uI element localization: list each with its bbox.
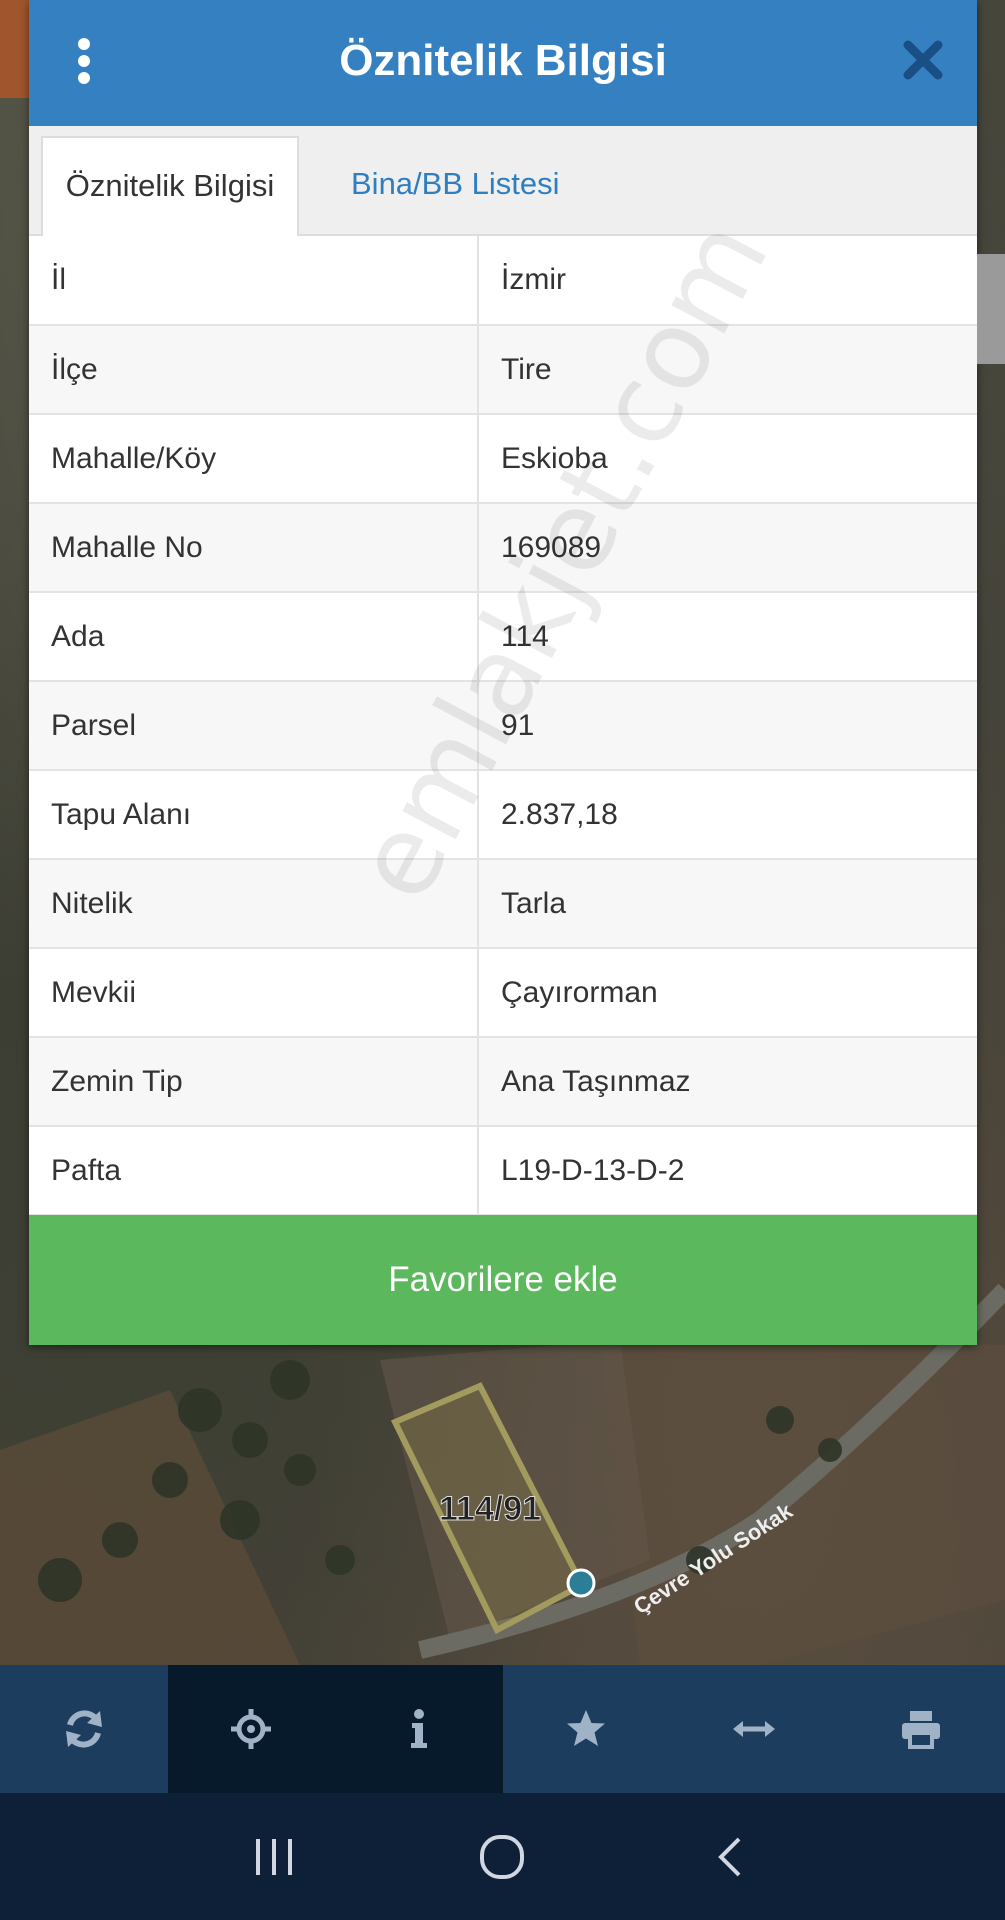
table-row: Nitelik Tarla bbox=[29, 859, 977, 949]
row-value: Ana Taşınmaz bbox=[478, 1037, 977, 1127]
row-key: Pafta bbox=[29, 1126, 479, 1216]
table-row: İlçe Tire bbox=[29, 325, 977, 415]
dialog-tabs: Öznitelik Bilgisi Bina/BB Listesi bbox=[29, 126, 1005, 364]
refresh-icon bbox=[65, 1710, 102, 1748]
row-value: 169089 bbox=[478, 503, 977, 593]
back-icon bbox=[717, 1837, 741, 1876]
attribute-table: İl İzmir İlçe Tire Mahalle/Köy Eskioba Maha… bbox=[29, 236, 977, 1216]
row-value: Çayırorman bbox=[478, 948, 977, 1038]
dialog-title: Öznitelik Bilgisi bbox=[339, 36, 667, 85]
home-button[interactable] bbox=[472, 1827, 532, 1887]
attribute-dialog: Öznitelik Bilgisi Öznitelik Bilgisi Bina… bbox=[29, 0, 1005, 1345]
horizontal-arrows-icon bbox=[732, 1721, 775, 1737]
table-row: Ada 114 bbox=[29, 592, 977, 682]
row-value: 2.837,18 bbox=[478, 770, 977, 860]
table-row: Mevkii Çayırorman bbox=[29, 948, 977, 1038]
table-row: Zemin Tip Ana Taşınmaz bbox=[29, 1037, 977, 1127]
home-icon bbox=[480, 1834, 525, 1879]
table-row: İl İzmir bbox=[29, 236, 977, 326]
measure-button[interactable] bbox=[670, 1665, 838, 1793]
row-value: 114 bbox=[478, 592, 977, 682]
recent-apps-icon bbox=[256, 1838, 293, 1875]
row-value: 91 bbox=[478, 681, 977, 771]
table-row: Mahalle No 169089 bbox=[29, 503, 977, 593]
row-key: Mevkii bbox=[29, 948, 479, 1038]
row-key: Ada bbox=[29, 592, 479, 682]
dialog-header: Öznitelik Bilgisi bbox=[29, 0, 977, 126]
add-to-favorites-button[interactable]: Favorilere ekle bbox=[29, 1215, 977, 1345]
table-row: Tapu Alanı 2.837,18 bbox=[29, 770, 977, 860]
row-key: İl bbox=[29, 236, 479, 326]
row-value: Tire bbox=[478, 325, 977, 415]
back-button[interactable] bbox=[701, 1827, 761, 1887]
row-key: İlçe bbox=[29, 325, 479, 415]
table-row: Mahalle/Köy Eskioba bbox=[29, 414, 977, 504]
parcel-label: 114/91 bbox=[439, 1490, 541, 1528]
printer-icon bbox=[902, 1711, 941, 1749]
scrollbar-thumb[interactable] bbox=[977, 254, 1005, 364]
row-key: Mahalle No bbox=[29, 503, 479, 593]
row-value: Tarla bbox=[478, 859, 977, 949]
recent-apps-button[interactable] bbox=[244, 1827, 304, 1887]
table-row: Pafta L19-D-13-D-2 bbox=[29, 1126, 977, 1216]
crosshair-icon bbox=[231, 1709, 272, 1749]
tab-attribute-info[interactable]: Öznitelik Bilgisi bbox=[41, 136, 299, 236]
row-key: Mahalle/Köy bbox=[29, 414, 479, 504]
favorites-button[interactable] bbox=[503, 1665, 671, 1793]
print-button[interactable] bbox=[838, 1665, 1005, 1793]
close-icon[interactable] bbox=[903, 40, 943, 80]
star-icon bbox=[567, 1710, 606, 1746]
row-key: Zemin Tip bbox=[29, 1037, 479, 1127]
bottom-toolbar bbox=[0, 1665, 1005, 1793]
row-key: Parsel bbox=[29, 681, 479, 771]
locate-button[interactable] bbox=[167, 1665, 335, 1793]
tab-building-list[interactable]: Bina/BB Listesi bbox=[329, 136, 582, 236]
row-value: İzmir bbox=[478, 236, 977, 326]
row-value: L19-D-13-D-2 bbox=[478, 1126, 977, 1216]
row-key: Tapu Alanı bbox=[29, 770, 479, 860]
info-button[interactable] bbox=[335, 1665, 503, 1793]
location-marker bbox=[566, 1568, 596, 1598]
info-icon bbox=[410, 1709, 427, 1748]
table-row: Parsel 91 bbox=[29, 681, 977, 771]
refresh-button[interactable] bbox=[0, 1665, 168, 1793]
system-navbar bbox=[0, 1793, 1005, 1920]
row-key: Nitelik bbox=[29, 859, 479, 949]
row-value: Eskioba bbox=[478, 414, 977, 504]
